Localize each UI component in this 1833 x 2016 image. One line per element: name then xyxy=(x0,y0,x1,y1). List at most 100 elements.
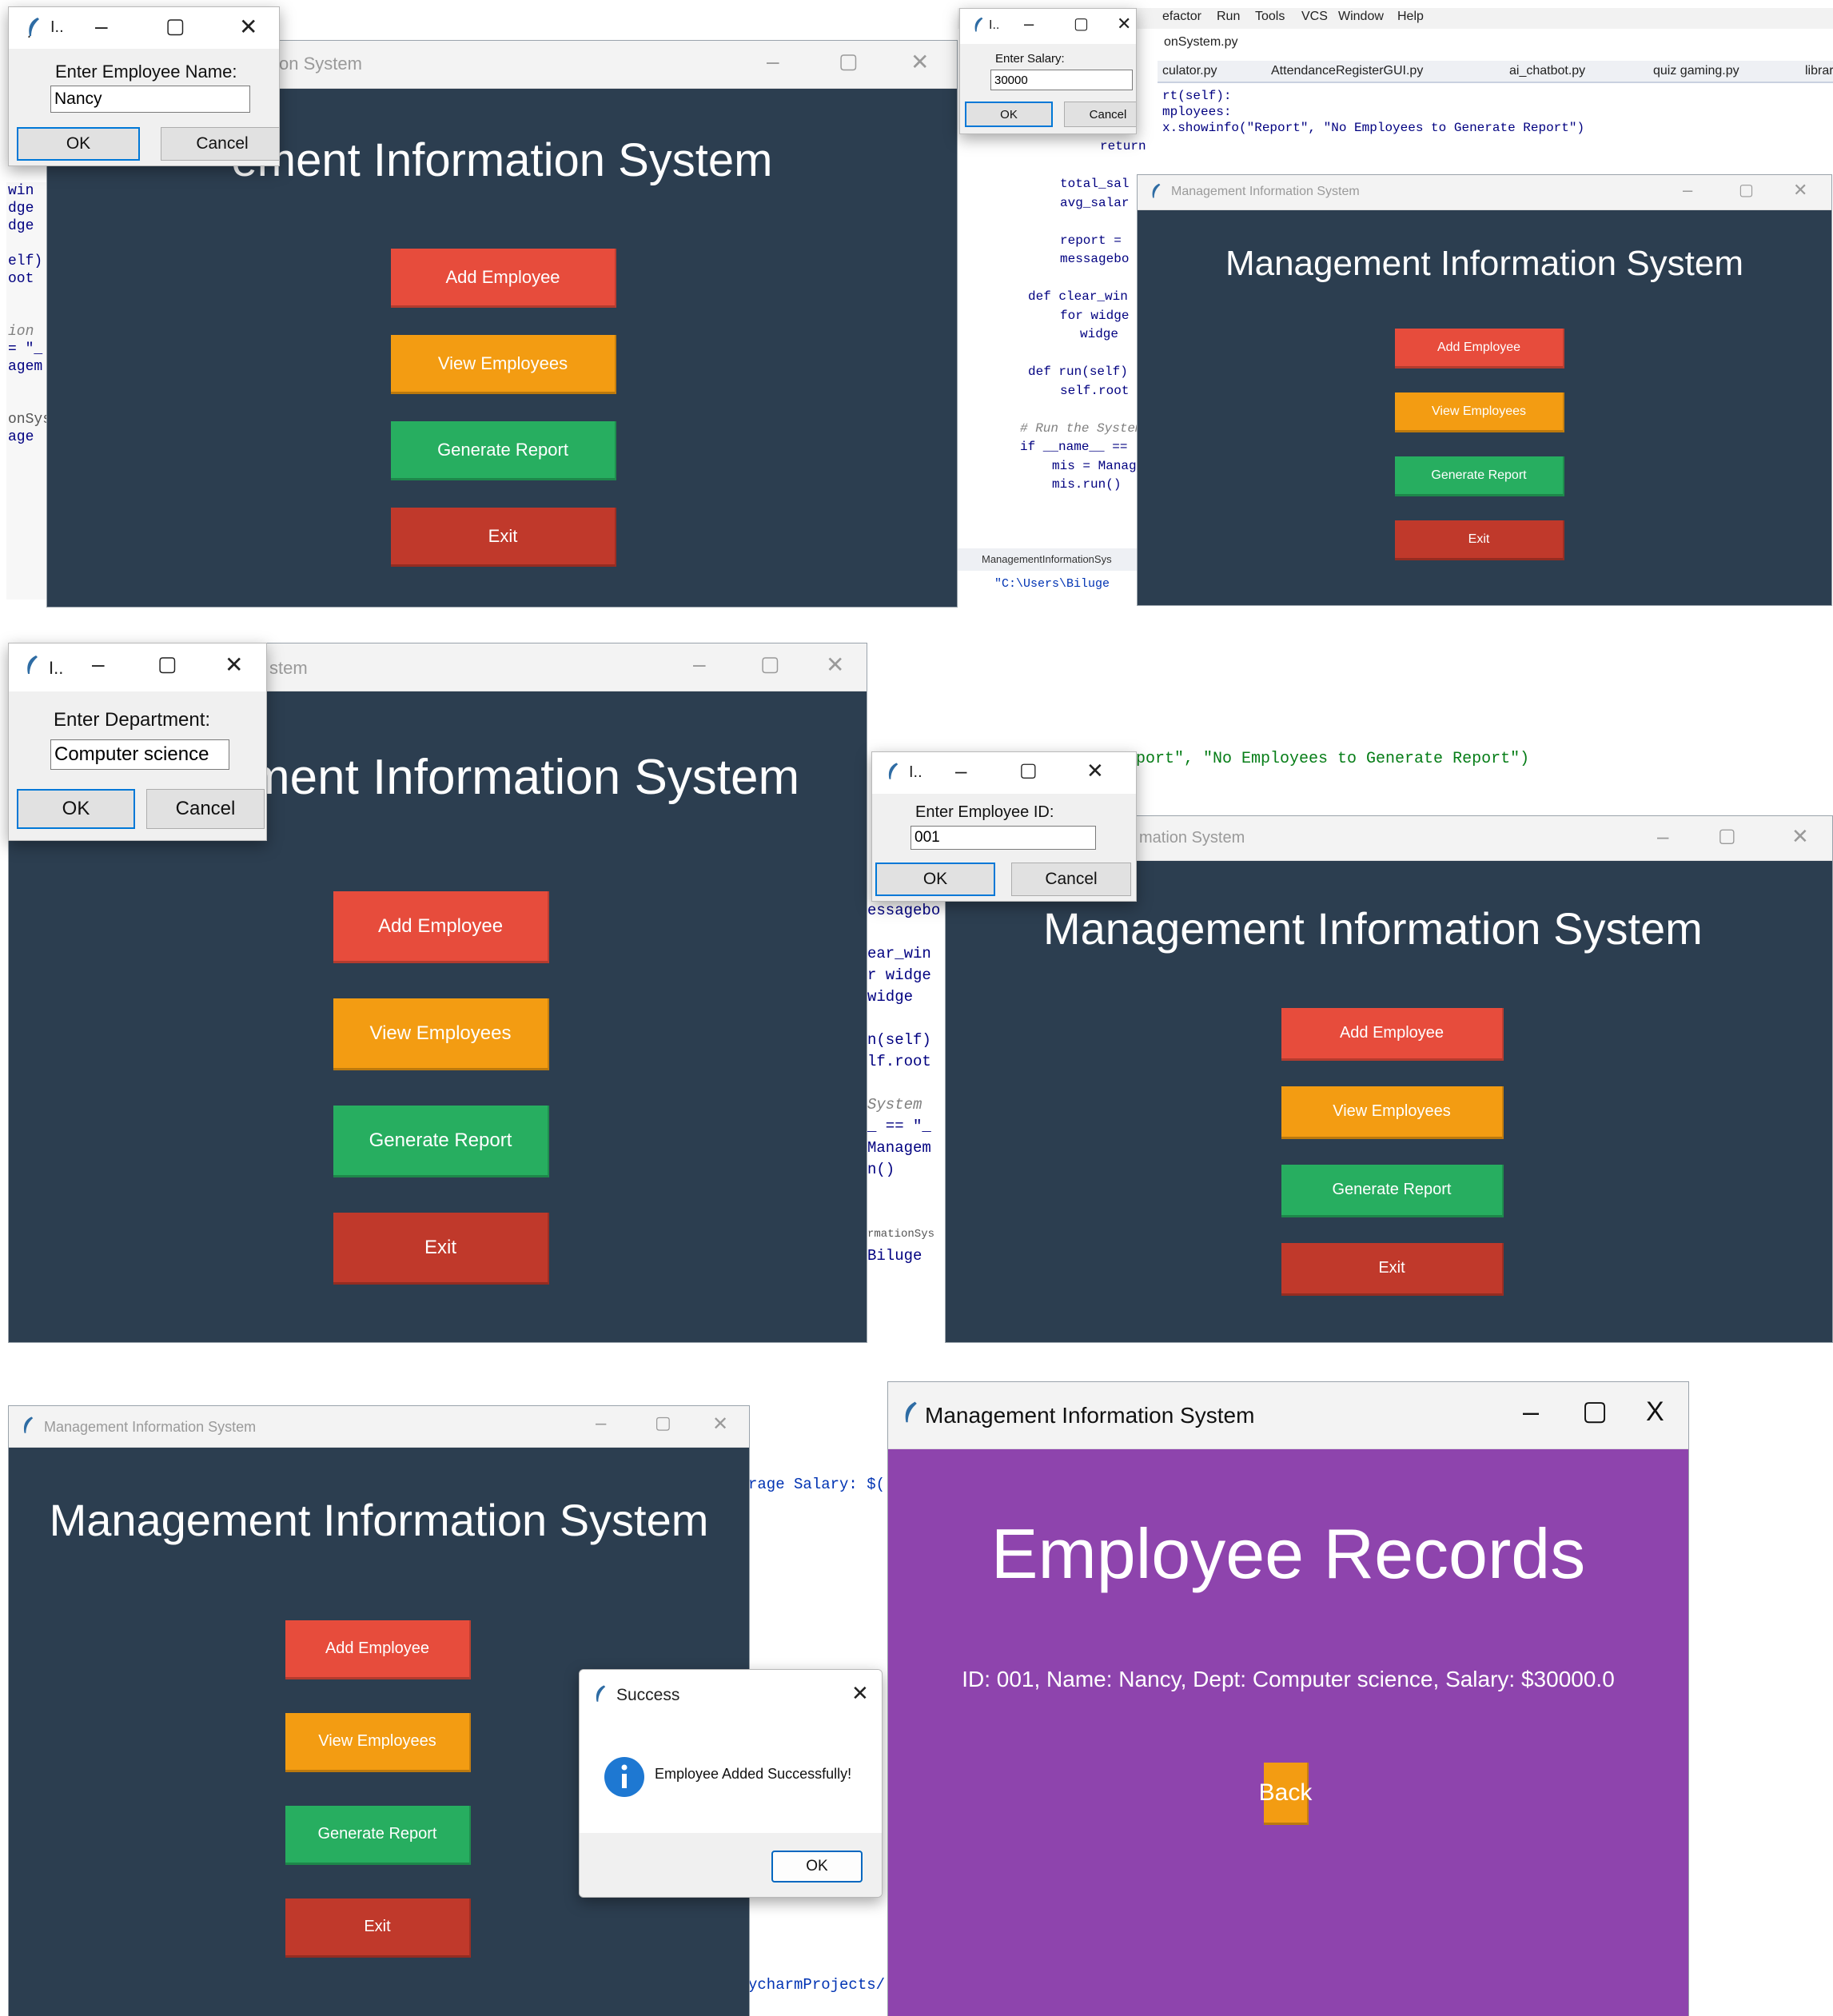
view-employees-button[interactable]: View Employees xyxy=(1281,1086,1504,1139)
cancel-button[interactable]: Cancel xyxy=(1011,863,1131,896)
minimize-button[interactable]: – xyxy=(955,759,966,783)
feather-icon xyxy=(28,18,39,38)
close-button[interactable]: ✕ xyxy=(1086,759,1104,783)
dialog-title: I.. xyxy=(989,18,1000,32)
exit-button[interactable]: Exit xyxy=(391,508,616,567)
feather-icon xyxy=(974,17,983,32)
employee-id-input[interactable]: 001 xyxy=(911,826,1096,850)
close-button[interactable]: ✕ xyxy=(911,49,929,75)
generate-report-button[interactable]: Generate Report xyxy=(1281,1165,1504,1217)
dialog-title: I.. xyxy=(909,763,922,781)
view-employees-button[interactable]: View Employees xyxy=(333,998,549,1070)
ide-tab[interactable]: AttendanceRegisterGUI.py xyxy=(1271,64,1423,78)
feather-icon xyxy=(905,1401,917,1423)
title-bar: Management Information System – ▢ ✕ xyxy=(1138,175,1831,210)
minimize-button[interactable]: – xyxy=(1657,824,1668,849)
employee-record-line: ID: 001, Name: Nancy, Dept: Computer sci… xyxy=(962,1667,1615,1691)
code-panel: return total_sal avg_salar report = messag… xyxy=(1020,139,1152,492)
add-employee-button[interactable]: Add Employee xyxy=(285,1620,471,1679)
minimize-button[interactable]: – xyxy=(596,1412,606,1435)
ide-tab[interactable]: quiz gaming.py xyxy=(1653,64,1739,78)
close-button[interactable]: ✕ xyxy=(712,1412,728,1436)
success-message: Employee Added Successfully! xyxy=(655,1766,852,1782)
maximize-button[interactable]: ▢ xyxy=(760,651,780,676)
minimize-button[interactable]: – xyxy=(767,49,779,74)
add-employee-button[interactable]: Add Employee xyxy=(1395,329,1564,369)
breadcrumb: onSystem.py xyxy=(1164,35,1238,49)
back-button[interactable]: Back xyxy=(1259,1763,1312,1825)
generate-report-button[interactable]: Generate Report xyxy=(1395,456,1564,496)
generate-report-button[interactable]: Generate Report xyxy=(391,421,616,480)
window-title: Management Information System xyxy=(1171,185,1360,198)
records-body: Employee Records ID: 001, Name: Nancy, D… xyxy=(888,1449,1688,2016)
ok-button[interactable]: OK xyxy=(875,863,995,896)
salary-input[interactable]: 30000 xyxy=(990,70,1133,90)
department-input[interactable]: Computer science xyxy=(50,739,229,770)
ok-button[interactable]: OK xyxy=(965,102,1053,127)
cancel-button[interactable]: Cancel xyxy=(161,127,279,161)
page-title: Management Information System xyxy=(1225,244,1744,283)
feather-icon xyxy=(27,655,38,674)
close-button[interactable]: ✕ xyxy=(239,14,257,40)
minimize-button[interactable]: – xyxy=(92,651,105,677)
exit-button[interactable]: Exit xyxy=(333,1213,549,1285)
run-tab[interactable]: ManagementInformationSys xyxy=(958,548,1150,571)
ide-tab[interactable]: ai_chatbot.py xyxy=(1509,64,1585,78)
ok-button[interactable]: OK xyxy=(17,789,135,829)
maximize-button[interactable]: ▢ xyxy=(839,49,859,74)
ok-button[interactable]: OK xyxy=(17,127,140,161)
maximize-button[interactable]: ▢ xyxy=(1074,14,1089,34)
generate-report-button[interactable]: Generate Report xyxy=(333,1106,549,1177)
maximize-button[interactable]: ▢ xyxy=(655,1412,671,1433)
maximize-button[interactable]: ▢ xyxy=(1718,824,1736,847)
exit-button[interactable]: Exit xyxy=(1395,520,1564,560)
title-bar: Management Information System – ▢ ✕ xyxy=(9,1406,749,1448)
close-button[interactable]: ✕ xyxy=(225,651,243,678)
window-title: on System xyxy=(279,54,362,74)
close-button[interactable]: X xyxy=(1646,1396,1664,1428)
exit-button[interactable]: Exit xyxy=(1281,1243,1504,1296)
view-employees-button[interactable]: View Employees xyxy=(1395,392,1564,432)
page-title: Management Information System xyxy=(49,1495,709,1545)
close-button[interactable]: ✕ xyxy=(1117,14,1131,34)
add-employee-button[interactable]: Add Employee xyxy=(391,249,616,308)
view-employees-button[interactable]: View Employees xyxy=(285,1713,471,1772)
close-button[interactable]: ✕ xyxy=(1793,180,1807,201)
code-fragments: essagebo ear_win r widge widge n(self) lf.… xyxy=(867,902,941,1265)
dialog-title: Success xyxy=(616,1686,680,1704)
department-label: Enter Department: xyxy=(54,709,211,731)
minimize-button[interactable]: – xyxy=(1683,180,1692,201)
window-title: Management Information System xyxy=(925,1403,1255,1428)
ide-tab-bar: culator.py AttendanceRegisterGUI.py ai_c… xyxy=(1158,61,1833,83)
minimize-button[interactable]: – xyxy=(95,14,108,39)
close-button[interactable]: ✕ xyxy=(851,1681,869,1706)
generate-report-button[interactable]: Generate Report xyxy=(285,1806,471,1865)
code-line: port", "No Employees to Generate Report"… xyxy=(1136,750,1530,768)
ide-tab[interactable]: library.py xyxy=(1805,64,1833,78)
add-employee-button[interactable]: Add Employee xyxy=(1281,1008,1504,1061)
view-employees-button[interactable]: View Employees xyxy=(391,335,616,394)
minimize-button[interactable]: – xyxy=(693,651,706,677)
maximize-button[interactable]: ▢ xyxy=(157,651,177,676)
exit-button[interactable]: Exit xyxy=(285,1898,471,1958)
maximize-button[interactable]: ▢ xyxy=(1582,1395,1608,1427)
maximize-button[interactable]: ▢ xyxy=(165,14,185,38)
records-heading: Employee Records xyxy=(990,1514,1586,1593)
code-top: rt(self): mployees: x.showinfo("Report", "… xyxy=(1162,89,1585,135)
name-input[interactable]: Nancy xyxy=(50,86,250,113)
close-button[interactable]: ✕ xyxy=(1791,824,1809,849)
add-employee-button[interactable]: Add Employee xyxy=(333,891,549,963)
code-line: rage Salary: $( xyxy=(748,1476,886,1493)
ok-button[interactable]: OK xyxy=(771,1851,863,1883)
ide-tab[interactable]: culator.py xyxy=(1162,64,1217,78)
minimize-button[interactable]: – xyxy=(1523,1395,1539,1428)
minimize-button[interactable]: – xyxy=(1024,14,1034,34)
close-button[interactable]: ✕ xyxy=(826,651,844,678)
success-dialog: Success ✕ Employee Added Successfully! O… xyxy=(579,1669,883,1898)
maximize-button[interactable]: ▢ xyxy=(1739,180,1754,200)
feather-icon xyxy=(23,1416,34,1433)
page-title: Management Information System xyxy=(1043,903,1703,954)
cancel-button[interactable]: Cancel xyxy=(1064,102,1136,127)
cancel-button[interactable]: Cancel xyxy=(146,789,265,829)
maximize-button[interactable]: ▢ xyxy=(1019,759,1038,782)
